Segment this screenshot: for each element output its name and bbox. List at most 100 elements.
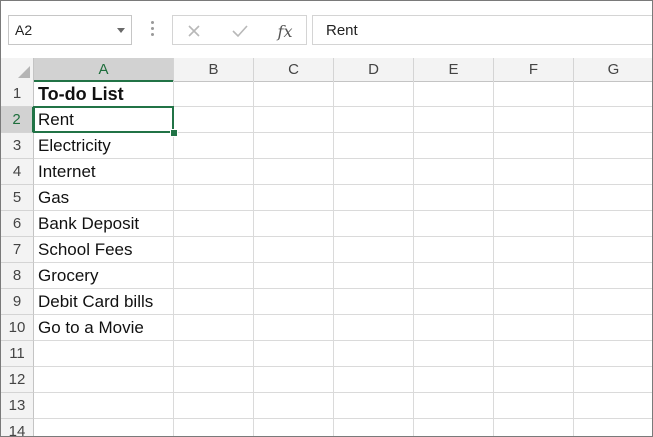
cell-e9[interactable] bbox=[414, 289, 494, 315]
cell-a12[interactable] bbox=[34, 367, 174, 393]
cell-e6[interactable] bbox=[414, 211, 494, 237]
cell-a6[interactable]: Bank Deposit bbox=[34, 211, 174, 237]
cell-b3[interactable] bbox=[174, 133, 254, 159]
insert-function-icon[interactable]: fx bbox=[274, 20, 296, 42]
cell-g1[interactable] bbox=[574, 81, 652, 107]
column-header-b[interactable]: B bbox=[174, 58, 254, 81]
cell-f12[interactable] bbox=[494, 367, 574, 393]
row-header-3[interactable]: 3 bbox=[1, 133, 34, 159]
cell-g10[interactable] bbox=[574, 315, 652, 341]
cell-a9[interactable]: Debit Card bills bbox=[34, 289, 174, 315]
cell-f8[interactable] bbox=[494, 263, 574, 289]
select-all-button[interactable] bbox=[1, 58, 34, 81]
cell-b8[interactable] bbox=[174, 263, 254, 289]
cell-g3[interactable] bbox=[574, 133, 652, 159]
row-header-13[interactable]: 13 bbox=[1, 393, 34, 419]
cell-e3[interactable] bbox=[414, 133, 494, 159]
cell-f13[interactable] bbox=[494, 393, 574, 419]
cell-d9[interactable] bbox=[334, 289, 414, 315]
cell-c11[interactable] bbox=[254, 341, 334, 367]
row-header-5[interactable]: 5 bbox=[1, 185, 34, 211]
cell-a4[interactable]: Internet bbox=[34, 159, 174, 185]
row-header-10[interactable]: 10 bbox=[1, 315, 34, 341]
cell-c9[interactable] bbox=[254, 289, 334, 315]
cell-a3[interactable]: Electricity bbox=[34, 133, 174, 159]
cell-e10[interactable] bbox=[414, 315, 494, 341]
cell-b10[interactable] bbox=[174, 315, 254, 341]
cell-c8[interactable] bbox=[254, 263, 334, 289]
cell-c14[interactable] bbox=[254, 419, 334, 436]
cell-b4[interactable] bbox=[174, 159, 254, 185]
row-header-1[interactable]: 1 bbox=[1, 81, 34, 107]
cell-f9[interactable] bbox=[494, 289, 574, 315]
cell-c4[interactable] bbox=[254, 159, 334, 185]
cell-d5[interactable] bbox=[334, 185, 414, 211]
chevron-down-icon[interactable] bbox=[117, 28, 125, 33]
cell-c3[interactable] bbox=[254, 133, 334, 159]
cell-c7[interactable] bbox=[254, 237, 334, 263]
cell-c12[interactable] bbox=[254, 367, 334, 393]
cell-e7[interactable] bbox=[414, 237, 494, 263]
cell-f11[interactable] bbox=[494, 341, 574, 367]
cell-b9[interactable] bbox=[174, 289, 254, 315]
cell-b6[interactable] bbox=[174, 211, 254, 237]
cell-b13[interactable] bbox=[174, 393, 254, 419]
row-header-7[interactable]: 7 bbox=[1, 237, 34, 263]
cell-b11[interactable] bbox=[174, 341, 254, 367]
cell-b12[interactable] bbox=[174, 367, 254, 393]
cell-d10[interactable] bbox=[334, 315, 414, 341]
column-header-d[interactable]: D bbox=[334, 58, 414, 81]
cell-a14[interactable] bbox=[34, 419, 174, 436]
fill-handle[interactable] bbox=[170, 129, 178, 137]
cell-b1[interactable] bbox=[174, 81, 254, 107]
cell-a5[interactable]: Gas bbox=[34, 185, 174, 211]
cell-d11[interactable] bbox=[334, 341, 414, 367]
cell-a7[interactable]: School Fees bbox=[34, 237, 174, 263]
cell-e8[interactable] bbox=[414, 263, 494, 289]
row-header-8[interactable]: 8 bbox=[1, 263, 34, 289]
cell-g5[interactable] bbox=[574, 185, 652, 211]
row-header-6[interactable]: 6 bbox=[1, 211, 34, 237]
cell-b5[interactable] bbox=[174, 185, 254, 211]
column-header-g[interactable]: G bbox=[574, 58, 652, 81]
row-header-11[interactable]: 11 bbox=[1, 341, 34, 367]
cell-c1[interactable] bbox=[254, 81, 334, 107]
cell-f10[interactable] bbox=[494, 315, 574, 341]
cell-f4[interactable] bbox=[494, 159, 574, 185]
row-header-4[interactable]: 4 bbox=[1, 159, 34, 185]
cell-c13[interactable] bbox=[254, 393, 334, 419]
column-header-a[interactable]: A bbox=[34, 58, 174, 82]
cell-a11[interactable] bbox=[34, 341, 174, 367]
cell-f6[interactable] bbox=[494, 211, 574, 237]
cell-e4[interactable] bbox=[414, 159, 494, 185]
cell-f5[interactable] bbox=[494, 185, 574, 211]
row-header-12[interactable]: 12 bbox=[1, 367, 34, 393]
cell-e12[interactable] bbox=[414, 367, 494, 393]
cell-e5[interactable] bbox=[414, 185, 494, 211]
cell-g8[interactable] bbox=[574, 263, 652, 289]
cell-a10[interactable]: Go to a Movie bbox=[34, 315, 174, 341]
cell-g11[interactable] bbox=[574, 341, 652, 367]
cell-b7[interactable] bbox=[174, 237, 254, 263]
cell-d6[interactable] bbox=[334, 211, 414, 237]
cell-d2[interactable] bbox=[334, 107, 414, 133]
cell-c2[interactable] bbox=[254, 107, 334, 133]
cell-g2[interactable] bbox=[574, 107, 652, 133]
cell-g4[interactable] bbox=[574, 159, 652, 185]
cell-b14[interactable] bbox=[174, 419, 254, 436]
cell-d12[interactable] bbox=[334, 367, 414, 393]
cell-d14[interactable] bbox=[334, 419, 414, 436]
cell-g9[interactable] bbox=[574, 289, 652, 315]
cell-d13[interactable] bbox=[334, 393, 414, 419]
cell-d7[interactable] bbox=[334, 237, 414, 263]
cell-c6[interactable] bbox=[254, 211, 334, 237]
cell-a13[interactable] bbox=[34, 393, 174, 419]
row-header-14[interactable]: 14 bbox=[1, 419, 34, 436]
cell-e14[interactable] bbox=[414, 419, 494, 436]
cell-g12[interactable] bbox=[574, 367, 652, 393]
cell-a1[interactable]: To-do List bbox=[34, 81, 174, 107]
column-header-f[interactable]: F bbox=[494, 58, 574, 81]
column-header-e[interactable]: E bbox=[414, 58, 494, 81]
cell-g13[interactable] bbox=[574, 393, 652, 419]
cell-b2[interactable] bbox=[174, 107, 254, 133]
